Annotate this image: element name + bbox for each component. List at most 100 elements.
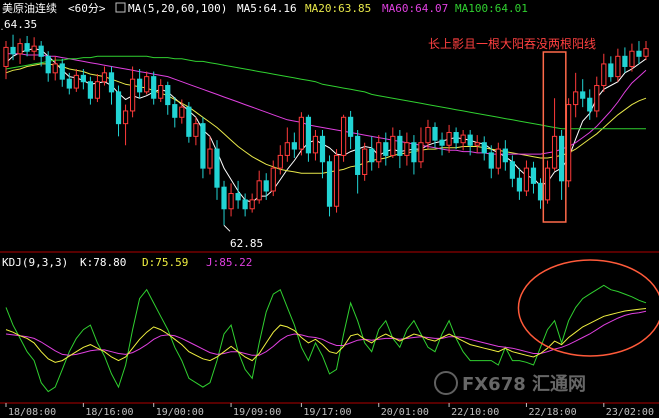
candle-body	[172, 104, 178, 118]
low-price-label: 62.85	[230, 237, 263, 250]
candle-body	[80, 74, 86, 83]
x-tick-label: 20/01:00	[381, 407, 429, 418]
x-tick-label: 19/09:00	[233, 407, 281, 418]
candle-body	[200, 123, 206, 169]
ma60-value: MA60:64.07	[382, 2, 448, 15]
candle-body	[151, 76, 157, 99]
candle-body	[38, 45, 44, 57]
candle-body	[601, 63, 607, 87]
candle-body	[509, 161, 515, 179]
candle-body	[340, 116, 347, 156]
candle-body	[277, 154, 283, 169]
candle-body	[566, 104, 572, 182]
candle-body	[411, 142, 417, 163]
candle-body	[319, 135, 326, 163]
candle-body	[587, 97, 593, 112]
candle-body	[228, 193, 234, 210]
candle-body	[376, 142, 382, 163]
candle-body	[144, 76, 150, 93]
candle-body	[643, 48, 649, 57]
x-tick-label: 19/17:00	[303, 407, 351, 418]
candle-body	[221, 186, 227, 210]
candle-body	[94, 81, 101, 99]
candle-body	[467, 134, 473, 146]
candle-body	[439, 139, 445, 146]
x-tick-label: 22/10:00	[451, 407, 499, 418]
x-tick-label: 19/00:00	[156, 407, 204, 418]
candle-body	[397, 135, 403, 156]
candle-body	[326, 161, 333, 207]
candle-body	[284, 142, 290, 156]
candle-body	[404, 142, 410, 156]
candle-body	[108, 72, 115, 93]
pattern-annotation: 长上影且一根大阳吞没两根阳线	[428, 36, 596, 51]
candle-body	[369, 148, 375, 163]
candle-body	[214, 148, 220, 188]
candle-body	[31, 45, 37, 52]
instrument-name: 美原油连续	[2, 1, 57, 15]
candle-body	[256, 180, 262, 201]
candle	[333, 149, 340, 213]
candle-body	[516, 177, 523, 192]
kdj-j-value: J:85.22	[206, 256, 252, 269]
candle-body	[291, 142, 297, 150]
candle-body	[488, 152, 494, 169]
candle-body	[137, 78, 143, 93]
high-price-label: 64.35	[4, 18, 37, 31]
candle-body	[418, 142, 424, 163]
candle-body	[87, 81, 94, 99]
candle-body	[636, 50, 642, 57]
candle-body	[10, 46, 16, 55]
ma20-value: MA20:63.85	[305, 2, 371, 15]
candle-body	[355, 135, 361, 175]
candle-body	[333, 154, 340, 207]
candle-body	[453, 132, 459, 144]
candle-body	[263, 180, 269, 192]
candle-body	[17, 43, 23, 55]
candle-body	[186, 106, 192, 137]
period-label: <60分>	[68, 2, 106, 15]
candle-body	[495, 148, 501, 169]
candle-body	[193, 123, 199, 137]
candle-body	[474, 142, 480, 146]
candle-body	[362, 148, 368, 175]
candle-body	[390, 135, 396, 156]
candle-body	[580, 91, 586, 99]
candle-body	[122, 110, 129, 125]
candle-body	[235, 193, 241, 201]
candle-body	[558, 135, 565, 182]
candle-body	[115, 91, 122, 125]
candle-body	[502, 148, 508, 163]
candle-body	[551, 135, 558, 169]
candle-body	[530, 167, 537, 184]
candle	[186, 102, 192, 143]
candle-body	[383, 142, 389, 156]
candle-body	[270, 167, 276, 192]
kdj-k-value: K:78.80	[80, 256, 126, 269]
ma5-value: MA5:64.16	[237, 2, 297, 15]
candle-body	[165, 85, 171, 106]
candle-body	[544, 167, 551, 201]
candle	[298, 112, 304, 156]
candle-body	[24, 43, 30, 52]
candle-body	[179, 106, 185, 118]
candle-body	[608, 63, 614, 78]
candle-body	[52, 63, 58, 74]
candle-body	[622, 55, 628, 67]
candle-body	[594, 85, 600, 112]
kdj-d-value: D:75.59	[142, 256, 188, 269]
candle-body	[298, 116, 304, 150]
candle-body	[446, 132, 452, 146]
candle-body	[242, 199, 248, 210]
candle-body	[101, 72, 108, 83]
candle-body	[3, 46, 9, 67]
candle-body	[129, 78, 136, 112]
candle-body	[59, 63, 65, 80]
chart-canvas: 美原油连续 <60分> MA(5,20,60,100) MA5:64.16 MA…	[0, 0, 659, 418]
candle-body	[523, 167, 530, 192]
candle	[340, 114, 347, 162]
candle-body	[249, 199, 255, 210]
candle-body	[615, 55, 621, 78]
candle-body	[629, 50, 635, 67]
candle-body	[312, 135, 319, 154]
